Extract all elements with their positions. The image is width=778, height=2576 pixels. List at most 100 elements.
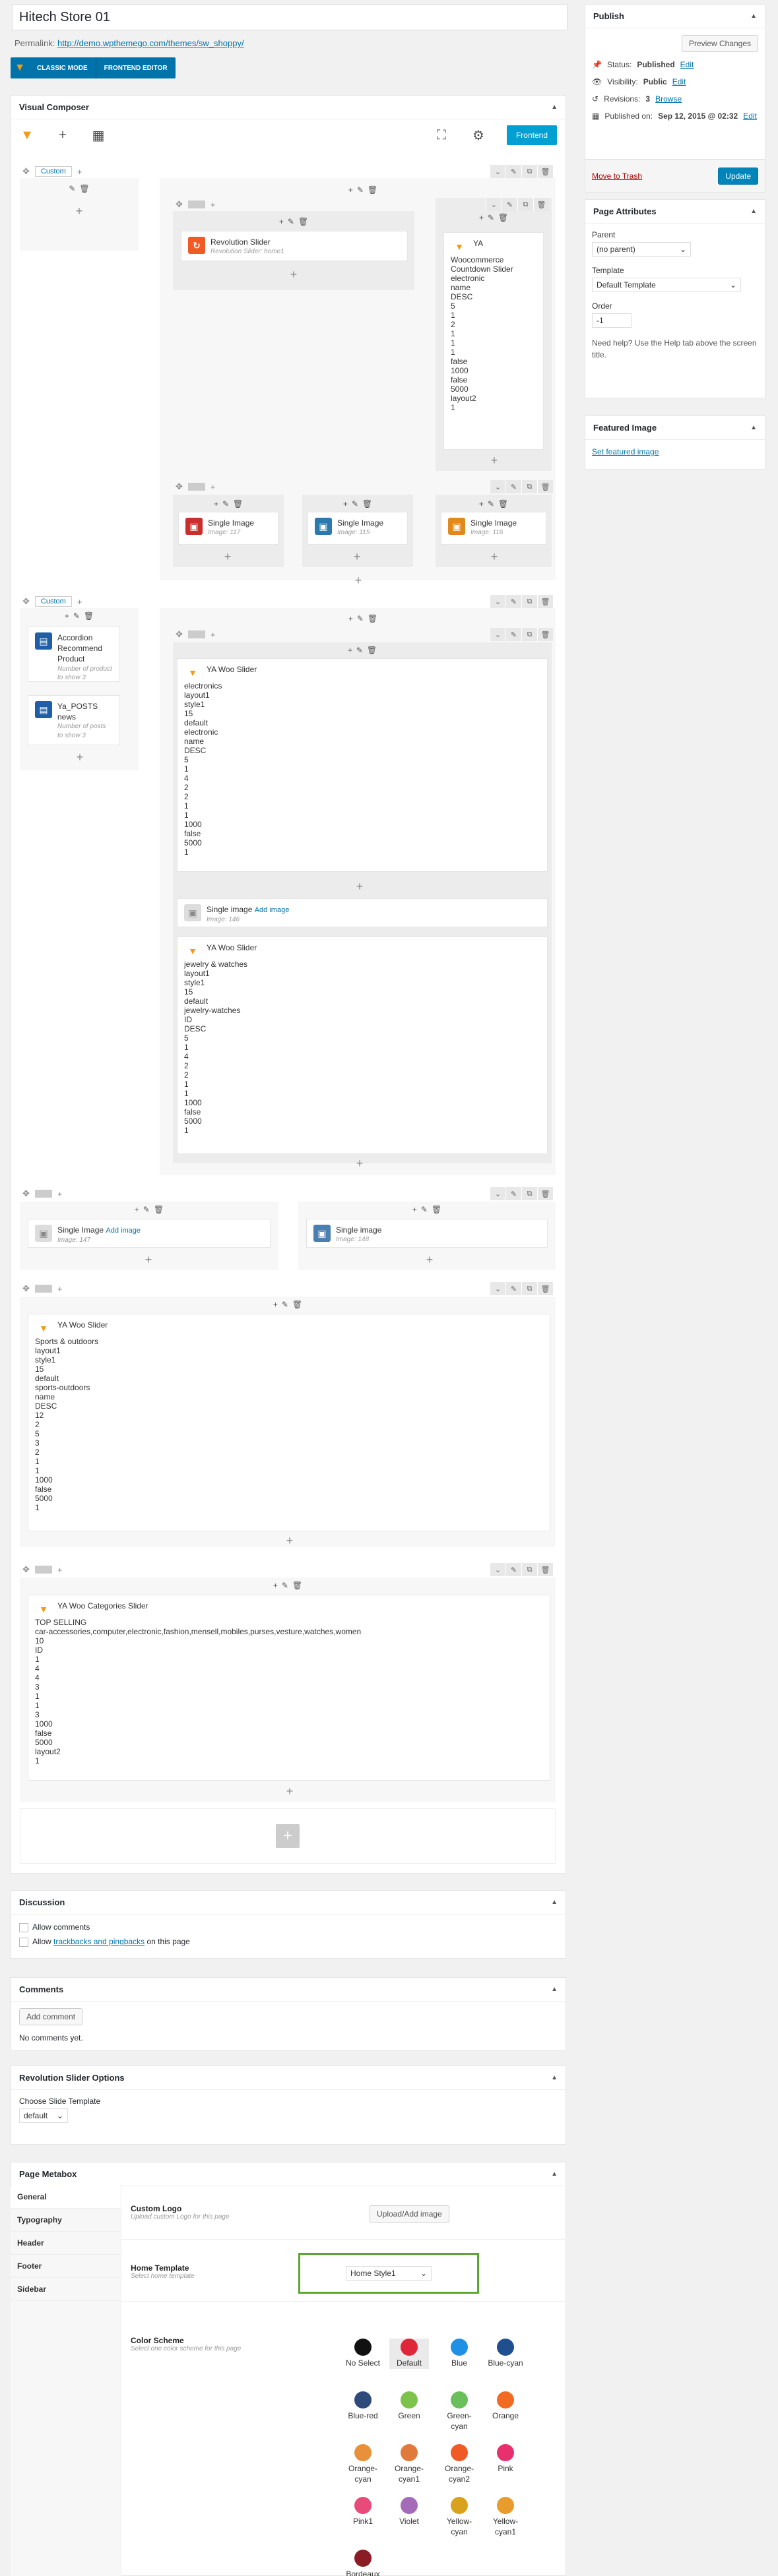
add-element-icon[interactable]: + <box>350 1157 370 1171</box>
add-element-icon[interactable]: + <box>218 550 238 564</box>
move-to-trash-link[interactable]: Move to Trash <box>592 171 642 181</box>
frontend-button[interactable]: Frontend <box>506 125 557 145</box>
layout-icon[interactable] <box>34 1190 52 1198</box>
collapse-icon[interactable]: ▲ <box>551 104 558 111</box>
delete-icon[interactable]: 🗑 <box>537 480 553 493</box>
drag-handle-icon[interactable]: ✥ <box>22 166 30 177</box>
drag-handle-icon[interactable]: ✥ <box>176 629 183 640</box>
single-image-element[interactable]: ▣ Single Image Image: 117 <box>178 512 278 545</box>
edit-icon[interactable]: ✎ <box>505 1187 521 1200</box>
upload-image-button[interactable]: Upload/Add image <box>370 2205 449 2223</box>
edit-icon[interactable]: ✎ <box>488 499 494 508</box>
collapse-icon[interactable]: ▲ <box>750 208 757 215</box>
add-element-icon[interactable]: + <box>484 454 504 468</box>
dropdown-icon[interactable]: ⌄ <box>490 1563 505 1576</box>
color-swatch[interactable]: Orange-cyan1 <box>389 2444 429 2484</box>
allow-comments-checkbox[interactable] <box>19 1922 28 1932</box>
copy-icon[interactable]: ⧉ <box>517 198 533 211</box>
ya-woo-slider-element[interactable]: ▼ YA Woo Slider jewelry & watches layout1 s… <box>177 936 548 1154</box>
add-icon[interactable]: + <box>57 1284 63 1294</box>
set-featured-image-link[interactable]: Set featured image <box>592 447 659 456</box>
delete-icon[interactable]: 🗑 <box>537 628 553 641</box>
delete-icon[interactable]: 🗑 <box>533 198 549 211</box>
delete-icon[interactable]: 🗑 <box>84 611 94 621</box>
delete-icon[interactable]: 🗑 <box>537 165 553 178</box>
copy-icon[interactable]: ⧉ <box>521 1282 537 1295</box>
color-swatch[interactable]: Pink1 <box>343 2497 383 2527</box>
copy-icon[interactable]: ⧉ <box>521 628 537 641</box>
ya-countdown-element[interactable]: ▼ YA Woocommerce Countdown Slider electroni… <box>443 232 544 450</box>
copy-icon[interactable]: ⧉ <box>521 595 537 608</box>
published-edit-link[interactable]: Edit <box>743 111 757 121</box>
edit-icon[interactable]: ✎ <box>488 213 494 222</box>
tab-header[interactable]: Header <box>11 2232 121 2255</box>
drag-handle-icon[interactable]: ✥ <box>22 596 30 607</box>
add-element-icon[interactable]: + <box>280 1785 300 1798</box>
templates-icon[interactable]: ▦ <box>90 127 107 144</box>
tab-custom[interactable]: Custom <box>34 166 72 177</box>
copy-icon[interactable]: ⧉ <box>521 1563 537 1576</box>
color-swatch[interactable]: Pink <box>486 2444 525 2474</box>
add-element-icon[interactable]: + <box>20 204 139 218</box>
delete-icon[interactable]: 🗑 <box>537 1563 553 1576</box>
add-image-link[interactable]: Add image <box>106 1227 141 1235</box>
delete-icon[interactable]: 🗑 <box>362 499 372 508</box>
color-swatch[interactable]: Bordeaux <box>343 2550 383 2576</box>
parent-select[interactable]: (no parent) ⌄ <box>592 242 691 257</box>
color-swatch[interactable]: Yellow-cyan <box>439 2497 479 2537</box>
edit-icon[interactable]: ✎ <box>352 499 358 508</box>
drag-handle-icon[interactable]: ✥ <box>22 1564 30 1575</box>
delete-icon[interactable]: 🗑 <box>537 595 553 608</box>
tab-sidebar[interactable]: Sidebar <box>11 2278 121 2301</box>
dropdown-icon[interactable]: ⌄ <box>490 1187 505 1200</box>
add-element-icon[interactable]: + <box>347 550 367 564</box>
classic-mode-button[interactable]: CLASSIC MODE <box>29 57 96 78</box>
edit-icon[interactable]: ✎ <box>222 499 229 508</box>
add-comment-button[interactable]: Add comment <box>19 2008 83 2025</box>
delete-icon[interactable]: 🗑 <box>498 499 508 508</box>
add-element-icon[interactable]: + <box>70 751 90 764</box>
update-button[interactable]: Update <box>718 167 758 185</box>
edit-icon[interactable]: ✎ <box>288 217 294 226</box>
add-image-link[interactable]: Add image <box>255 906 290 914</box>
add-icon[interactable]: + <box>273 1300 278 1309</box>
collapse-icon[interactable]: ▲ <box>750 424 757 431</box>
add-icon[interactable]: + <box>479 499 484 508</box>
ya-woo-slider-element[interactable]: ▼ YA Woo Slider electronics layout1 style1 1… <box>177 658 548 872</box>
order-input[interactable]: -1 <box>592 313 632 328</box>
delete-icon[interactable]: 🗑 <box>368 185 377 195</box>
delete-icon[interactable]: 🗑 <box>432 1205 441 1214</box>
color-swatch[interactable]: Yellow-cyan1 <box>486 2497 525 2537</box>
drag-handle-icon[interactable]: ✥ <box>22 1283 30 1294</box>
add-icon[interactable]: + <box>57 1565 63 1575</box>
add-icon[interactable]: + <box>214 499 218 508</box>
add-element-icon[interactable]: + <box>348 574 368 588</box>
add-row-button[interactable]: + <box>276 1824 300 1848</box>
tab-typography[interactable]: Typography <box>11 2209 121 2232</box>
add-element-icon[interactable]: + <box>350 880 370 894</box>
delete-icon[interactable]: 🗑 <box>368 614 377 623</box>
ya-woo-slider-element[interactable]: ▼ YA Woo Slider Sports & outdoors layout1 s… <box>28 1314 550 1531</box>
delete-icon[interactable]: 🗑 <box>79 184 89 193</box>
edit-icon[interactable]: ✎ <box>505 165 521 178</box>
edit-icon[interactable]: ✎ <box>502 198 517 211</box>
color-swatch[interactable]: Green <box>389 2391 429 2422</box>
color-swatch[interactable]: Orange-cyan2 <box>439 2444 479 2484</box>
drag-handle-icon[interactable]: ✥ <box>22 1188 30 1199</box>
drag-handle-icon[interactable]: ✥ <box>176 481 183 492</box>
add-tab-icon[interactable]: + <box>77 597 82 607</box>
copy-icon[interactable]: ⧉ <box>521 480 537 493</box>
color-swatch[interactable]: Green-cyan <box>439 2391 479 2432</box>
delete-icon[interactable]: 🗑 <box>537 1187 553 1200</box>
single-image-element[interactable]: ▣ Single Image Image: 116 <box>441 512 546 545</box>
single-image-element[interactable]: ▣ Single image Image: 148 <box>306 1219 548 1248</box>
layout-icon[interactable] <box>187 630 205 638</box>
delete-icon[interactable]: 🗑 <box>292 1581 302 1590</box>
single-image-element[interactable]: ▣ Single Image Add image Image: 147 <box>28 1219 271 1248</box>
color-swatch[interactable]: Blue-cyan <box>486 2339 525 2369</box>
layout-icon[interactable] <box>34 1566 52 1574</box>
collapse-icon[interactable]: ▲ <box>551 2170 558 2178</box>
ya-woo-categories-element[interactable]: ▼ YA Woo Categories Slider TOP SELLING car… <box>28 1595 550 1781</box>
edit-icon[interactable]: ✎ <box>505 628 521 641</box>
add-icon[interactable]: + <box>135 1205 139 1214</box>
